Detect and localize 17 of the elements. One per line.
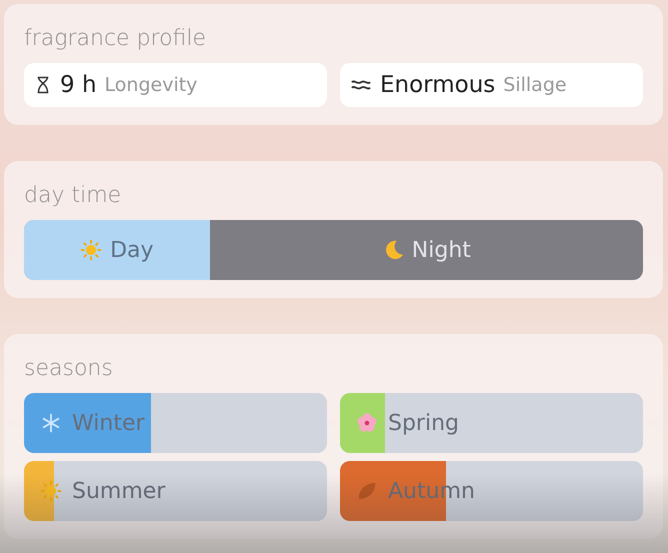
stat-value: 9 h	[60, 72, 97, 98]
season-label: Summer	[72, 478, 166, 504]
card-title: day time	[24, 183, 122, 208]
season-label: Spring	[388, 410, 459, 436]
card-title: fragrance profile	[24, 26, 208, 51]
night-label: Night	[412, 238, 471, 262]
leaf-icon	[356, 480, 378, 502]
snowflake-icon	[40, 412, 62, 434]
day-label: Day	[110, 238, 154, 262]
flower-icon	[356, 412, 378, 434]
sun-icon	[80, 239, 102, 261]
stat-label: Sillage	[503, 74, 567, 96]
card-title: seasons	[24, 356, 114, 381]
stat-label: Longevity	[104, 74, 198, 96]
stat-value: Enormous	[380, 72, 496, 98]
season-label: Winter	[72, 410, 145, 436]
sun-icon	[40, 480, 62, 502]
